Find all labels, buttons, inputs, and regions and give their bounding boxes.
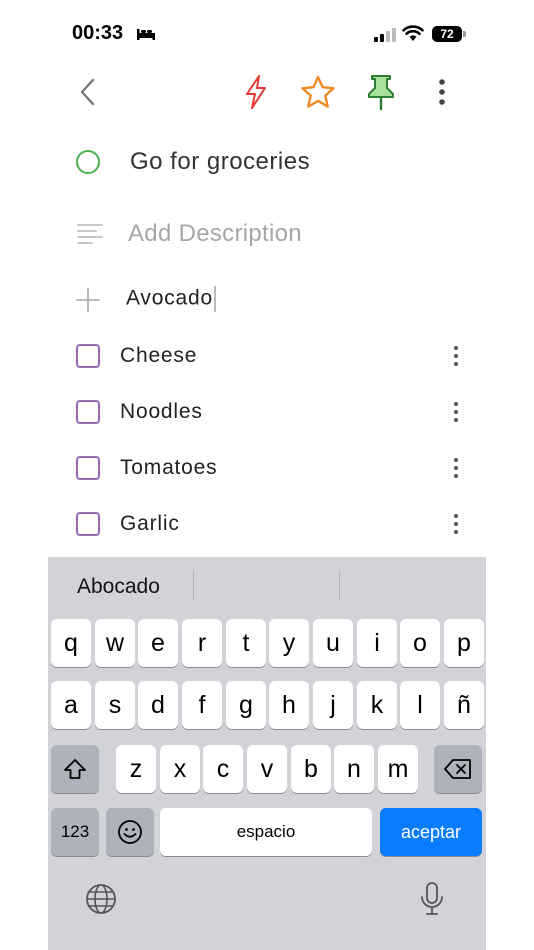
emoji-key[interactable] [106, 808, 154, 856]
description-lines-icon [76, 222, 104, 251]
backspace-icon [444, 759, 471, 779]
suggestion-1[interactable]: Abocado [77, 575, 160, 599]
status-bar: 00:33 72 [48, 0, 486, 70]
item-more-icon[interactable] [446, 453, 466, 483]
key[interactable]: j [313, 681, 353, 729]
list-item: Cheese [48, 337, 486, 377]
key[interactable]: v [247, 745, 287, 793]
key[interactable]: a [51, 681, 91, 729]
key[interactable]: z [116, 745, 156, 793]
key[interactable]: ñ [444, 681, 484, 729]
key[interactable]: f [182, 681, 222, 729]
favorite-button[interactable] [298, 70, 338, 114]
key[interactable]: h [269, 681, 309, 729]
key[interactable]: x [160, 745, 200, 793]
vertical-dots-icon [439, 79, 445, 105]
plus-icon [76, 284, 100, 319]
item-checkbox[interactable] [76, 456, 100, 480]
accept-key[interactable]: aceptar [380, 808, 482, 856]
key[interactable]: i [357, 619, 397, 667]
item-more-icon[interactable] [446, 397, 466, 427]
list-item: Garlic [48, 505, 486, 545]
description-placeholder: Add Description [128, 220, 302, 247]
key[interactable]: t [226, 619, 266, 667]
key[interactable]: e [138, 619, 178, 667]
phone-screen: 00:33 72 Go for groceries Add Descriptio… [48, 0, 486, 950]
wifi-icon [402, 24, 424, 47]
item-checkbox[interactable] [76, 400, 100, 424]
key[interactable]: w [95, 619, 135, 667]
suggestion-bar: Abocado [48, 557, 486, 615]
key[interactable]: s [95, 681, 135, 729]
globe-button[interactable] [81, 879, 121, 919]
back-button[interactable] [68, 70, 108, 114]
item-label[interactable]: Noodles [120, 400, 203, 424]
more-options-button[interactable] [422, 70, 462, 114]
key[interactable]: r [182, 619, 222, 667]
key[interactable]: l [400, 681, 440, 729]
key[interactable]: n [334, 745, 374, 793]
item-checkbox[interactable] [76, 512, 100, 536]
key[interactable]: g [226, 681, 266, 729]
chevron-left-icon [80, 78, 95, 106]
dictation-button[interactable] [412, 879, 452, 919]
key[interactable]: o [400, 619, 440, 667]
item-more-icon[interactable] [446, 341, 466, 371]
list-item: Noodles [48, 393, 486, 433]
key[interactable]: u [313, 619, 353, 667]
pushpin-icon [368, 75, 394, 111]
space-key[interactable]: espacio [160, 808, 372, 856]
backspace-key[interactable] [434, 745, 482, 793]
complete-task-checkbox[interactable] [76, 150, 100, 174]
task-toolbar [48, 70, 486, 114]
key[interactable]: d [138, 681, 178, 729]
star-icon [301, 75, 335, 108]
shift-key[interactable] [51, 745, 99, 793]
add-subtask-value: Avocado [126, 286, 213, 310]
key[interactable]: c [203, 745, 243, 793]
add-subtask-row[interactable]: Avocado [48, 282, 486, 322]
onscreen-keyboard: Abocado q w e r t y u i o p a s d f g h … [48, 557, 486, 950]
microphone-icon [421, 882, 443, 915]
globe-icon [86, 884, 116, 914]
list-item: Tomatoes [48, 449, 486, 489]
priority-button[interactable] [236, 70, 276, 114]
shift-arrow-icon [64, 759, 86, 779]
item-more-icon[interactable] [446, 509, 466, 539]
key[interactable]: k [357, 681, 397, 729]
item-label[interactable]: Tomatoes [120, 456, 217, 480]
task-title[interactable]: Go for groceries [130, 148, 310, 176]
cellular-signal-icon [374, 28, 398, 47]
key[interactable]: b [291, 745, 331, 793]
emoji-icon [118, 820, 142, 844]
key[interactable]: q [51, 619, 91, 667]
suggestion-divider [193, 571, 194, 601]
key[interactable]: m [378, 745, 418, 793]
item-checkbox[interactable] [76, 344, 100, 368]
item-label[interactable]: Garlic [120, 512, 180, 536]
text-caret [213, 286, 216, 312]
sleep-focus-icon [136, 27, 156, 46]
numbers-key[interactable]: 123 [51, 808, 99, 856]
lightning-bolt-icon [246, 75, 266, 109]
item-label[interactable]: Cheese [120, 344, 197, 368]
battery-indicator: 72 [432, 26, 462, 42]
key[interactable]: p [444, 619, 484, 667]
suggestion-divider [339, 571, 340, 601]
add-subtask-input[interactable]: Avocado [126, 286, 216, 312]
task-title-row: Go for groceries [48, 140, 486, 186]
status-time: 00:33 [72, 22, 124, 44]
description-row[interactable]: Add Description [48, 214, 486, 256]
pin-button[interactable] [361, 70, 401, 114]
battery-tip [463, 31, 466, 37]
key[interactable]: y [269, 619, 309, 667]
